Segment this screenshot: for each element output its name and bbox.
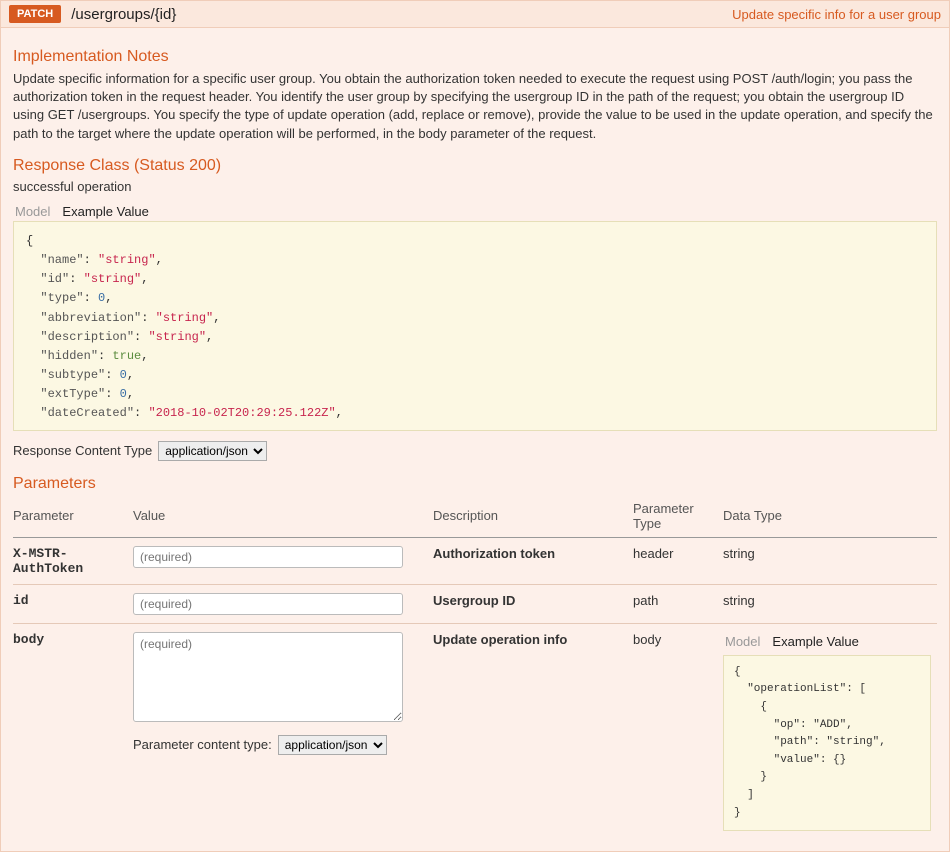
param-name-cell: id [13, 584, 133, 623]
response-class-heading: Response Class (Status 200) [13, 157, 937, 175]
table-row: X-MSTR-AuthToken Authorization tokenheade… [13, 537, 937, 584]
response-tabs: Model Example Value [13, 202, 937, 221]
param-value-cell [133, 584, 433, 623]
body-schema-block[interactable]: { "operationList": [ { "op": "ADD", "pat… [723, 655, 931, 831]
param-value-cell: Parameter content type: application/json [133, 623, 433, 839]
param-data-type: string [723, 537, 937, 584]
implementation-notes-heading: Implementation Notes [13, 48, 937, 66]
param-value-cell [133, 537, 433, 584]
param-name-cell: body [13, 623, 133, 839]
response-example-block[interactable]: { "name": "string", "id": "string", "typ… [13, 221, 937, 431]
tab-example-value[interactable]: Example Value [60, 202, 150, 221]
parameter-content-type-label: Parameter content type: [133, 737, 272, 752]
response-content-type-label: Response Content Type [13, 443, 152, 458]
response-status-text: successful operation [13, 179, 937, 194]
table-row: id Usergroup IDpathstring [13, 584, 937, 623]
param-input-id[interactable] [133, 593, 403, 615]
body-schema-tab-model[interactable]: Model [723, 632, 762, 651]
col-header-parameter-type: Parameter Type [633, 497, 723, 538]
param-textarea-body[interactable] [133, 632, 403, 722]
param-input-x-mstr-authtoken[interactable] [133, 546, 403, 568]
param-data-type: string [723, 584, 937, 623]
body-schema-tab-example[interactable]: Example Value [770, 632, 860, 651]
param-type: path [633, 584, 723, 623]
param-type: header [633, 537, 723, 584]
col-header-parameter: Parameter [13, 497, 133, 538]
implementation-notes-text: Update specific information for a specif… [13, 70, 937, 143]
http-method-badge: PATCH [9, 5, 61, 23]
col-header-value: Value [133, 497, 433, 538]
parameters-heading: Parameters [13, 475, 937, 493]
endpoint-summary: Update specific info for a user group [732, 7, 941, 22]
param-description: Usergroup ID [433, 584, 633, 623]
col-header-data-type: Data Type [723, 497, 937, 538]
param-description: Authorization token [433, 537, 633, 584]
parameter-content-type-select[interactable]: application/json [278, 735, 387, 755]
endpoint-header[interactable]: PATCH /usergroups/{id} Update specific i… [1, 1, 949, 28]
table-row: bodyParameter content type:application/j… [13, 623, 937, 839]
response-content-type-select[interactable]: application/json [158, 441, 267, 461]
param-description: Update operation info [433, 623, 633, 839]
param-type: body [633, 623, 723, 839]
tab-model[interactable]: Model [13, 202, 52, 221]
col-header-description: Description [433, 497, 633, 538]
param-name-cell: X-MSTR-AuthToken [13, 537, 133, 584]
param-data-type: Model Example Value { "operationList": [ {… [723, 623, 937, 839]
endpoint-path: /usergroups/{id} [71, 6, 732, 23]
